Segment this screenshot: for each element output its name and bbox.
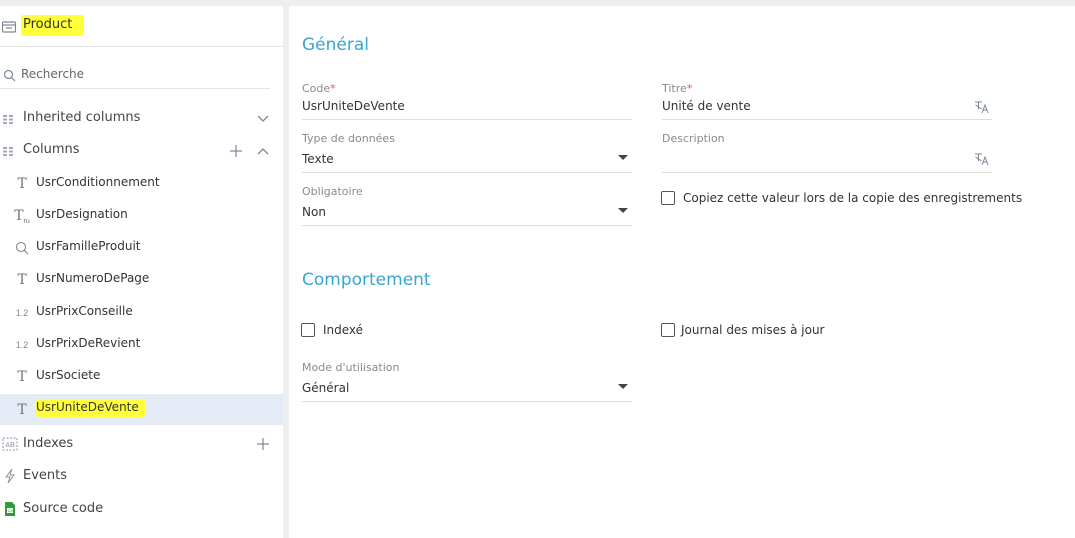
multilang-subscript-icon: ru: [23, 218, 30, 225]
group-label-inherited: Inherited columns: [23, 110, 141, 125]
checkbox-box[interactable]: [301, 323, 315, 337]
column-item-usrprixderevient[interactable]: 1.2 UsrPrixDeRevient: [0, 329, 283, 360]
dropdown-caret-icon[interactable]: [618, 384, 628, 389]
type-label: Type de données: [302, 132, 395, 145]
field-underline: [302, 225, 632, 226]
code-field[interactable]: Code* UsrUniteDeVente: [302, 82, 632, 122]
copy-value-label: Copiez cette valeur lors de la copie des…: [683, 191, 1023, 205]
required-mark: *: [330, 82, 336, 95]
titre-field[interactable]: Titre* Unité de vente: [662, 82, 992, 122]
code-label-text: Code: [302, 82, 331, 95]
mode-value: Général: [302, 381, 350, 395]
multilang-text-glyph: T: [14, 208, 24, 224]
required-mark: *: [686, 82, 693, 95]
chevron-up-icon[interactable]: [255, 142, 271, 160]
column-label: UsrPrixConseille: [36, 304, 133, 318]
mode-label: Mode d'utilisation: [302, 361, 400, 374]
object-header: Product: [0, 6, 283, 47]
journal-label: Journal des mises à jour: [681, 323, 825, 337]
obligatoire-value: Non: [302, 205, 326, 219]
source-code-icon: <>: [5, 502, 15, 516]
columns-grid-icon: [3, 115, 13, 124]
lookup-type-icon: [15, 241, 29, 255]
search-bar[interactable]: Recherche: [0, 64, 270, 89]
nav-label-source-code: Source code: [23, 501, 104, 516]
decimal-type-icon: 1.2: [15, 308, 29, 318]
column-label: UsrPrixDeRevient: [36, 336, 141, 350]
columns-grid-icon: [3, 147, 13, 156]
indexe-checkbox[interactable]: Indexé: [301, 323, 363, 337]
column-label: UsrConditionnement: [36, 175, 160, 189]
nav-events[interactable]: Events: [0, 463, 283, 491]
dropdown-caret-icon[interactable]: [618, 155, 628, 160]
text-type-icon: T: [17, 369, 27, 385]
text-type-icon: T: [17, 402, 27, 418]
field-underline: [662, 172, 992, 173]
svg-text:<>: <>: [7, 508, 13, 514]
field-underline: [662, 119, 992, 120]
decimal-type-icon: 1.2: [15, 340, 29, 350]
journal-checkbox[interactable]: Journal des mises à jour: [661, 323, 825, 337]
column-item-usrsociete[interactable]: T UsrSociete: [0, 361, 283, 392]
code-input[interactable]: UsrUniteDeVente: [302, 99, 405, 113]
column-item-usrprixconseille[interactable]: 1.2 UsrPrixConseille: [0, 297, 283, 328]
column-item-usrnumerodepage[interactable]: T UsrNumeroDePage: [0, 264, 283, 295]
group-label-columns: Columns: [23, 142, 80, 157]
translate-icon[interactable]: [974, 100, 990, 114]
column-item-usrfamilleproduit[interactable]: UsrFamilleProduit: [0, 232, 283, 263]
add-column-plus-icon[interactable]: [228, 142, 244, 160]
copy-value-checkbox[interactable]: Copiez cette valeur lors de la copie des…: [661, 191, 1022, 205]
column-label: UsrNumeroDePage: [36, 271, 150, 285]
column-label: UsrSociete: [36, 368, 101, 382]
indexes-icon: AB: [2, 437, 18, 451]
translate-icon[interactable]: [974, 152, 990, 166]
column-label-selected: UsrUniteDeVente: [36, 399, 145, 417]
text-type-icon: T: [17, 176, 27, 192]
description-field[interactable]: Description: [662, 132, 992, 173]
type-de-donnees-select[interactable]: Type de données Texte: [302, 132, 632, 173]
titre-label: Titre*: [662, 82, 692, 95]
field-underline: [302, 119, 632, 120]
type-value: Texte: [302, 152, 334, 166]
indexe-label: Indexé: [323, 323, 364, 337]
sidebar: Product Recherche Inherited columns Colu…: [0, 6, 283, 538]
column-item-usruniteDevente[interactable]: T UsrUniteDeVente: [0, 394, 283, 425]
obligatoire-select[interactable]: Obligatoire Non: [302, 185, 632, 226]
nav-indexes[interactable]: AB Indexes: [0, 431, 283, 459]
search-icon: [3, 69, 16, 82]
nav-label-events: Events: [23, 468, 68, 483]
column-label: UsrDesignation: [36, 207, 128, 221]
column-label: UsrFamilleProduit: [36, 239, 141, 253]
titre-input[interactable]: Unité de vente: [662, 99, 751, 113]
checkbox-box[interactable]: [661, 323, 675, 337]
titre-label-text: Titre: [662, 82, 687, 95]
add-index-plus-icon[interactable]: [255, 435, 271, 453]
group-columns[interactable]: Columns: [0, 140, 283, 164]
group-inherited-columns[interactable]: Inherited columns: [0, 108, 283, 132]
field-underline: [302, 172, 632, 173]
column-item-usrconditionnement[interactable]: T UsrConditionnement: [0, 168, 283, 199]
object-title: Product: [21, 15, 85, 36]
section-title-general: Général: [302, 35, 369, 55]
code-label: Code*: [302, 82, 336, 95]
column-item-usrdesignation[interactable]: Tru UsrDesignation: [0, 200, 283, 231]
main-panel: Général Code* UsrUniteDeVente Titre* Uni…: [289, 6, 1075, 538]
checkbox-box[interactable]: [661, 191, 675, 205]
obligatoire-label: Obligatoire: [302, 185, 363, 198]
search-input[interactable]: Recherche: [21, 67, 84, 81]
svg-text:AB: AB: [6, 442, 16, 449]
object-icon: [2, 21, 16, 33]
nav-source-code[interactable]: <> Source code: [0, 496, 283, 524]
chevron-down-icon[interactable]: [255, 110, 271, 128]
nav-label-indexes: Indexes: [23, 436, 74, 451]
lightning-icon: [5, 468, 15, 484]
field-underline: [302, 401, 632, 402]
dropdown-caret-icon[interactable]: [618, 208, 628, 213]
text-type-icon: T: [17, 272, 27, 288]
multilang-text-type-icon: Tru: [12, 208, 32, 225]
section-title-behavior: Comportement: [302, 270, 431, 290]
description-label: Description: [662, 132, 725, 145]
mode-utilisation-select[interactable]: Mode d'utilisation Général: [302, 361, 632, 402]
